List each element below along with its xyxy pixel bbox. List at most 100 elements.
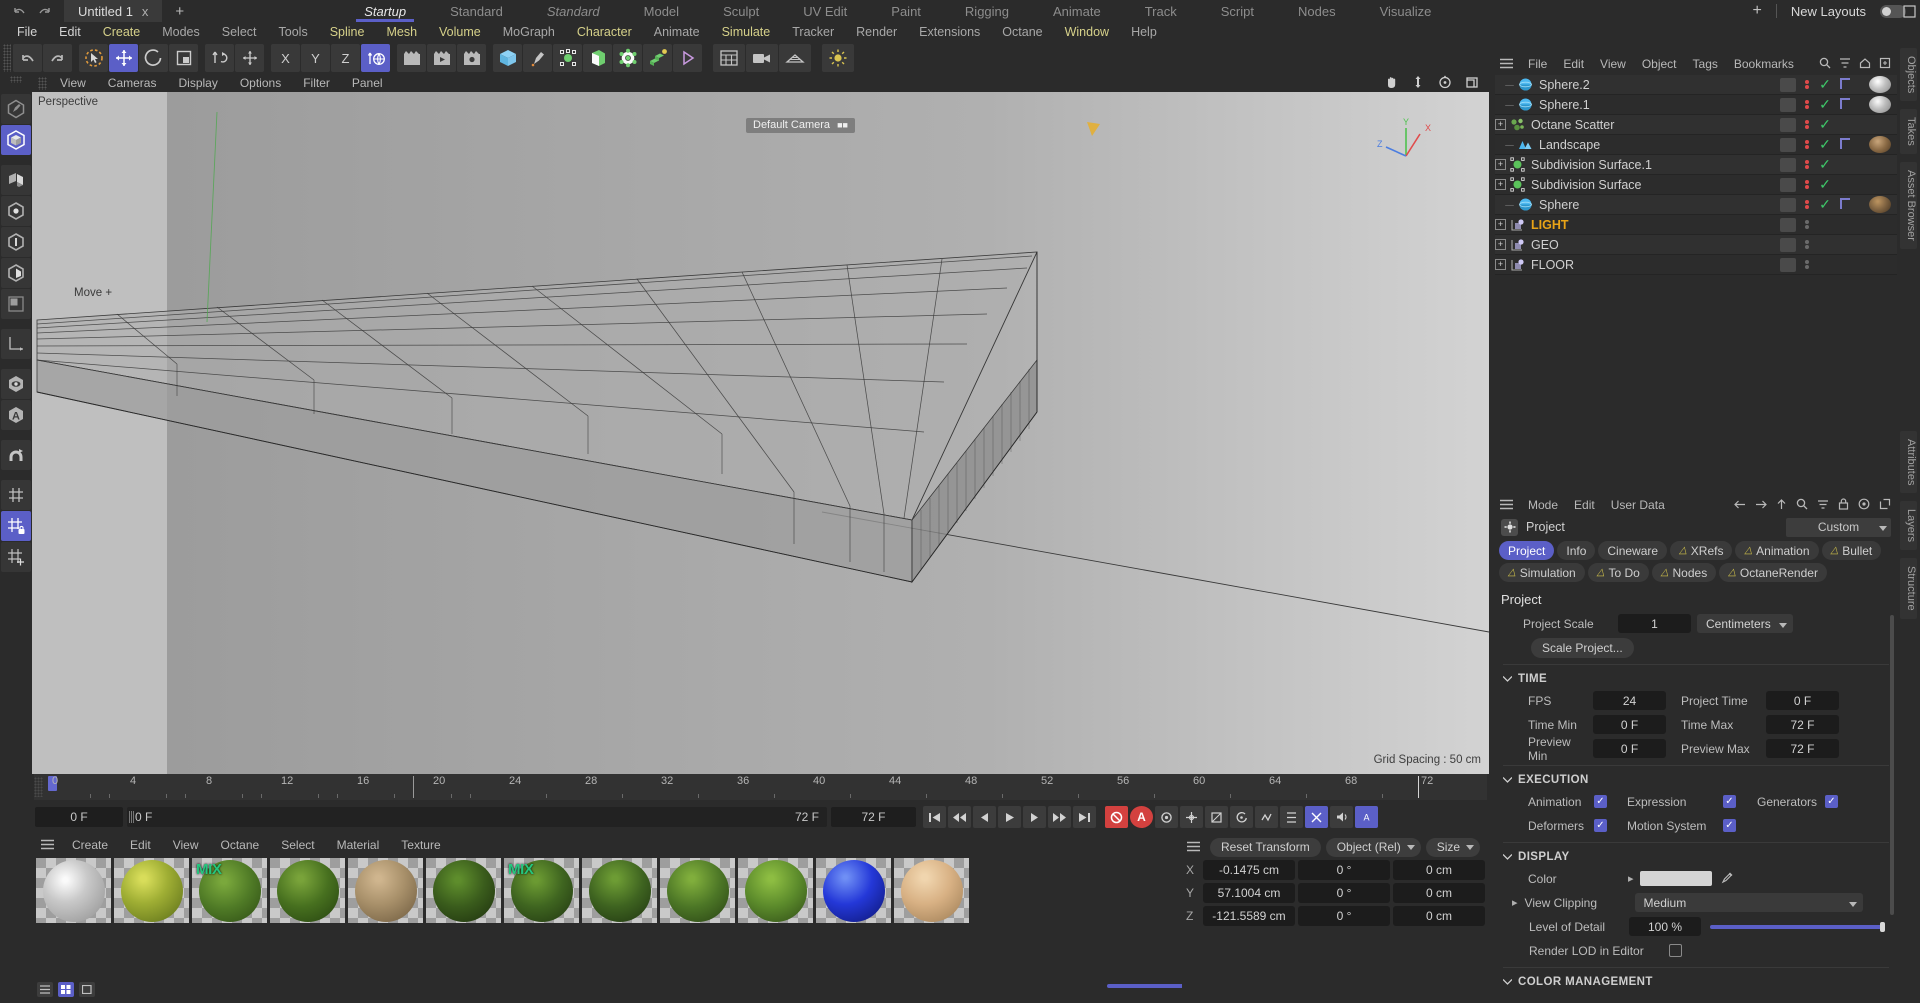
frame-range-bar[interactable]: 0 F 72 F bbox=[127, 807, 827, 827]
coordinate-space-dropdown[interactable]: Object (Rel) bbox=[1325, 837, 1421, 857]
object-row[interactable]: ─ Landscape ✓ bbox=[1495, 135, 1897, 155]
attributes-scrollbar[interactable] bbox=[1890, 615, 1894, 915]
object-row[interactable]: + Subdivision Surface.1 ✓ bbox=[1495, 155, 1897, 175]
time-max-field[interactable]: 72 F bbox=[1766, 715, 1839, 734]
preview-min-field[interactable]: 0 F bbox=[1593, 739, 1666, 758]
back-icon[interactable] bbox=[1734, 498, 1746, 513]
vtab-asset-browser[interactable]: Asset Browser bbox=[1900, 162, 1917, 249]
magnet-icon-button[interactable] bbox=[1, 440, 31, 470]
go-to-start-button[interactable] bbox=[923, 806, 946, 828]
spline-pen-button[interactable] bbox=[523, 44, 552, 72]
tab-animation[interactable]: △ Animation bbox=[1735, 541, 1819, 560]
tab-simulation[interactable]: △ Simulation bbox=[1499, 563, 1585, 582]
menu-extensions[interactable]: Extensions bbox=[908, 25, 991, 39]
material-tag-icon[interactable] bbox=[1839, 137, 1865, 153]
workplane-lock-button[interactable] bbox=[1, 511, 31, 541]
scale-project-button[interactable]: Scale Project... bbox=[1531, 637, 1634, 658]
octane-light-button[interactable] bbox=[822, 44, 854, 72]
material-tag-icon[interactable] bbox=[1839, 197, 1865, 213]
reset-transform-button[interactable]: Reset Transform bbox=[1210, 837, 1321, 857]
enabled-check-icon[interactable]: ✓ bbox=[1817, 196, 1833, 213]
keyframe-selection-button[interactable] bbox=[1155, 806, 1178, 828]
enabled-check-icon[interactable]: ✓ bbox=[1817, 156, 1833, 173]
motion-system-checkbox[interactable]: ✓ bbox=[1723, 819, 1736, 832]
enabled-check-icon[interactable]: ✓ bbox=[1817, 76, 1833, 93]
layout-tab-track[interactable]: Track bbox=[1123, 0, 1199, 22]
undo-icon[interactable] bbox=[12, 5, 27, 18]
time-max-field[interactable]: 72 F bbox=[831, 807, 916, 827]
object-mode-button[interactable] bbox=[1, 125, 31, 155]
expand-toggle-icon[interactable]: + bbox=[1495, 179, 1506, 190]
large-icon-view-icon[interactable] bbox=[79, 982, 95, 997]
visibility-dots[interactable] bbox=[1802, 220, 1812, 229]
move-tool-button[interactable] bbox=[109, 44, 138, 72]
visibility-dots[interactable] bbox=[1802, 140, 1812, 149]
layout-tab-visualize[interactable]: Visualize bbox=[1358, 0, 1454, 22]
tab-xrefs[interactable]: △ XRefs bbox=[1670, 541, 1733, 560]
scale-key-button[interactable] bbox=[1205, 806, 1228, 828]
size-mode-dropdown[interactable]: Size bbox=[1425, 837, 1481, 857]
orbit-icon[interactable] bbox=[1438, 75, 1452, 92]
forward-icon[interactable] bbox=[1755, 498, 1767, 513]
zoom-icon[interactable] bbox=[1411, 75, 1425, 92]
menu-mesh[interactable]: Mesh bbox=[375, 25, 428, 39]
material-menu-create[interactable]: Create bbox=[61, 838, 119, 852]
visibility-dots[interactable] bbox=[1802, 120, 1812, 129]
expression-checkbox[interactable]: ✓ bbox=[1723, 795, 1736, 808]
expand-toggle-icon[interactable]: + bbox=[1495, 119, 1506, 130]
layout-tab-startup[interactable]: Startup bbox=[342, 0, 428, 22]
menu-volume[interactable]: Volume bbox=[428, 25, 492, 39]
material-tag-icon[interactable] bbox=[1839, 97, 1865, 113]
tab-bullet[interactable]: △ Bullet bbox=[1821, 541, 1882, 560]
preset-dropdown[interactable]: Custom bbox=[1786, 517, 1891, 537]
menu-window[interactable]: Window bbox=[1054, 25, 1120, 39]
filter-icon[interactable] bbox=[1817, 498, 1829, 513]
mograph-cloner-button[interactable] bbox=[643, 44, 672, 72]
material-swatch[interactable] bbox=[348, 858, 423, 923]
expand-toggle-icon[interactable]: + bbox=[1495, 239, 1506, 250]
workplane-axis-button[interactable] bbox=[1, 329, 31, 359]
material-thumbnail[interactable] bbox=[1869, 96, 1891, 113]
object-row[interactable]: + Octane Scatter ✓ bbox=[1495, 115, 1897, 135]
scale-tool-button[interactable] bbox=[169, 44, 198, 72]
filter-icon[interactable] bbox=[1839, 57, 1851, 72]
tag-slot-icon[interactable] bbox=[1780, 257, 1796, 272]
visibility-dots[interactable] bbox=[1802, 260, 1812, 269]
close-icon[interactable]: x bbox=[142, 4, 149, 19]
viewport-menu-display[interactable]: Display bbox=[167, 76, 228, 90]
move-axis-button[interactable] bbox=[235, 44, 264, 72]
extrude-generator-button[interactable] bbox=[583, 44, 612, 72]
vtab-objects[interactable]: Objects bbox=[1900, 48, 1917, 102]
material-swatch[interactable]: MIX bbox=[504, 858, 579, 923]
vtab-takes[interactable]: Takes bbox=[1900, 109, 1917, 155]
layout-tab-nodes[interactable]: Nodes bbox=[1276, 0, 1358, 22]
visibility-dots[interactable] bbox=[1802, 100, 1812, 109]
tag-slot-icon[interactable] bbox=[1780, 177, 1796, 192]
tab-nodes[interactable]: △ Nodes bbox=[1651, 563, 1717, 582]
menu-help[interactable]: Help bbox=[1120, 25, 1168, 39]
viewport-menu-filter[interactable]: Filter bbox=[292, 76, 341, 90]
timeline-ruler[interactable]: 0 4 8 12 16 20 24 28 32 36 40 44 48 52 5… bbox=[34, 774, 1487, 800]
object-menu-tags[interactable]: Tags bbox=[1685, 57, 1726, 71]
tag-slot-icon[interactable] bbox=[1780, 77, 1796, 92]
size-x-field[interactable]: 0 cm bbox=[1393, 860, 1485, 880]
layout-tab-standard-alt[interactable]: Standard bbox=[525, 0, 622, 22]
viewport-menu-cameras[interactable]: Cameras bbox=[97, 76, 168, 90]
layout-tab-paint[interactable]: Paint bbox=[869, 0, 943, 22]
expand-toggle-icon[interactable]: + bbox=[1495, 219, 1506, 230]
chevron-right-icon[interactable]: ▸ bbox=[1512, 896, 1518, 909]
execution-section-header[interactable]: EXECUTION bbox=[1502, 774, 1891, 786]
chevron-right-icon[interactable]: ▸ bbox=[1628, 872, 1634, 885]
visibility-dots[interactable] bbox=[1802, 200, 1812, 209]
step-back-button[interactable] bbox=[973, 806, 996, 828]
lock-x-button[interactable]: X bbox=[281, 51, 290, 66]
camera-button[interactable] bbox=[746, 44, 778, 72]
position-x-field[interactable]: -0.1475 cm bbox=[1203, 860, 1295, 880]
viewport-menu-options[interactable]: Options bbox=[229, 76, 292, 90]
color-management-section-header[interactable]: COLOR MANAGEMENT bbox=[1502, 976, 1891, 988]
object-menu-file[interactable]: File bbox=[1520, 57, 1555, 71]
material-swatch[interactable] bbox=[36, 858, 111, 923]
viewport-grip[interactable] bbox=[38, 76, 47, 90]
position-key-button[interactable] bbox=[1180, 806, 1203, 828]
edge-mode-button[interactable] bbox=[1, 227, 31, 257]
